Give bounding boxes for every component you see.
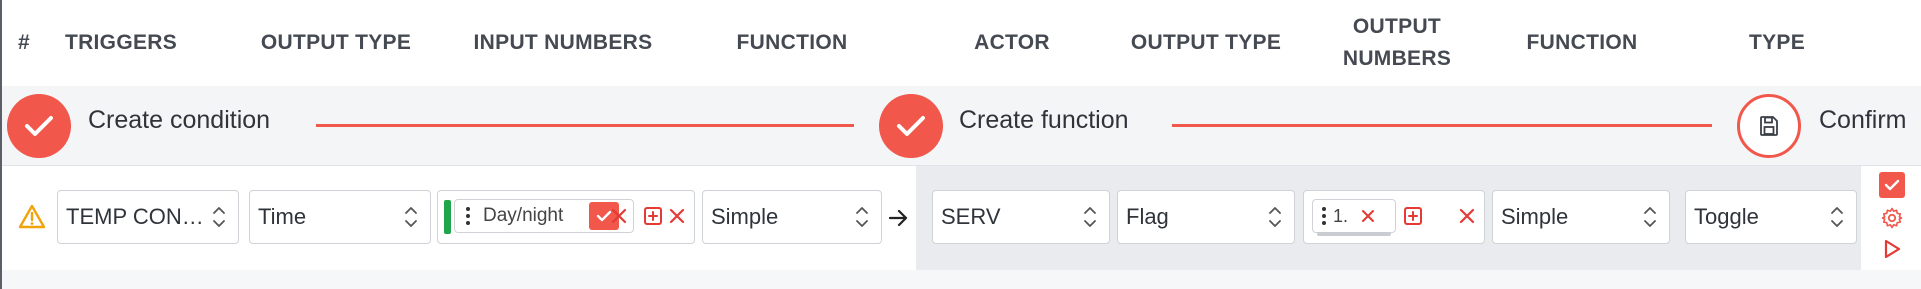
actor-output-type-select-value: Flag (1126, 204, 1169, 229)
header-type: TYPE (1748, 31, 1806, 54)
plus-square-icon (644, 207, 662, 225)
trigger-select-value: TEMP CONT... (66, 204, 208, 229)
input-number-chip[interactable]: Day/night (454, 199, 634, 233)
chevron-updown-icon (856, 207, 868, 227)
remove-chip-button[interactable] (608, 205, 630, 227)
settings-button[interactable] (1879, 205, 1905, 231)
header-input-numbers: INPUT NUMBERS (473, 31, 653, 54)
check-icon (1884, 179, 1900, 191)
header-output-numbers: OUTPUT NUMBERS (1322, 0, 1472, 86)
output-number-chip-label: 1. (1333, 205, 1349, 226)
step-confirm[interactable] (1737, 94, 1801, 158)
input-numbers-field[interactable]: Day/night (437, 190, 695, 244)
drag-handle-icon[interactable] (1317, 205, 1331, 227)
output-type-select-value: Time (258, 204, 307, 229)
header-triggers: TRIGGERS (64, 31, 178, 54)
chevron-updown-icon (405, 207, 417, 227)
header-function: FUNCTION (736, 31, 848, 54)
header-actor-output-type: OUTPUT TYPE (1130, 31, 1282, 54)
gear-icon (1881, 207, 1903, 229)
actor-select-value: SERV (941, 204, 1001, 229)
actor-function-select[interactable]: Simple (1492, 190, 1670, 244)
header-actor-function: FUNCTION (1526, 31, 1638, 54)
header-output-numbers-line1: OUTPUT (1352, 15, 1442, 38)
warning-icon (18, 204, 46, 230)
chevron-updown-icon (1269, 207, 1281, 227)
plus-square-icon (1404, 207, 1422, 225)
step-connector-1 (316, 124, 854, 127)
table-header: # TRIGGERS OUTPUT TYPE INPUT NUMBERS FUN… (2, 0, 1921, 87)
close-icon (669, 208, 685, 224)
step-create-function-label: Create function (959, 106, 1129, 134)
trigger-select[interactable]: TEMP CONT... (57, 190, 239, 244)
step-connector-2 (1172, 124, 1712, 127)
output-type-select[interactable]: Time (249, 190, 431, 244)
type-select-value: Toggle (1694, 204, 1759, 229)
chevron-updown-icon (1644, 207, 1656, 227)
step-create-function[interactable] (879, 94, 943, 158)
status-indicator-green (444, 200, 451, 234)
add-output-button[interactable] (1402, 205, 1424, 227)
actor-function-select-value: Simple (1501, 204, 1569, 229)
type-select[interactable]: Toggle (1685, 190, 1857, 244)
actor-output-type-select[interactable]: Flag (1117, 190, 1295, 244)
chip-scrollbar[interactable] (1317, 232, 1391, 236)
header-output-numbers-line2: NUMBERS (1342, 47, 1452, 70)
add-input-button[interactable] (642, 205, 664, 227)
close-icon[interactable] (1360, 208, 1376, 224)
check-icon (897, 116, 925, 136)
step-create-condition-label: Create condition (88, 106, 271, 134)
header-actor: ACTOR (974, 31, 1050, 54)
arrow-right-icon (886, 207, 910, 229)
row-select-checkbox[interactable] (1879, 172, 1905, 198)
output-numbers-field[interactable]: 1. (1303, 190, 1485, 244)
step-confirm-label: Confirm (1819, 106, 1907, 134)
header-output-type: OUTPUT TYPE (260, 31, 412, 54)
chevron-updown-icon (213, 207, 225, 227)
clear-outputs-button[interactable] (1456, 205, 1478, 227)
stepper: Create condition Create function Confirm (2, 86, 1921, 166)
chevron-updown-icon (1084, 207, 1096, 227)
function-select[interactable]: Simple (702, 190, 882, 244)
clear-inputs-button[interactable] (666, 205, 688, 227)
check-icon (25, 116, 53, 136)
input-number-chip-label: Day/night (483, 205, 564, 226)
chevron-updown-icon (1831, 207, 1843, 227)
header-index: # (18, 31, 30, 54)
output-number-chip[interactable]: 1. (1312, 199, 1396, 236)
save-icon (1760, 116, 1778, 136)
drag-handle-icon[interactable] (461, 205, 475, 227)
run-button[interactable] (1879, 236, 1905, 262)
actor-select[interactable]: SERV (932, 190, 1110, 244)
play-icon (1884, 239, 1901, 259)
function-select-value: Simple (711, 204, 779, 229)
close-icon (1459, 208, 1475, 224)
close-icon (611, 208, 627, 224)
step-create-condition[interactable] (7, 94, 71, 158)
